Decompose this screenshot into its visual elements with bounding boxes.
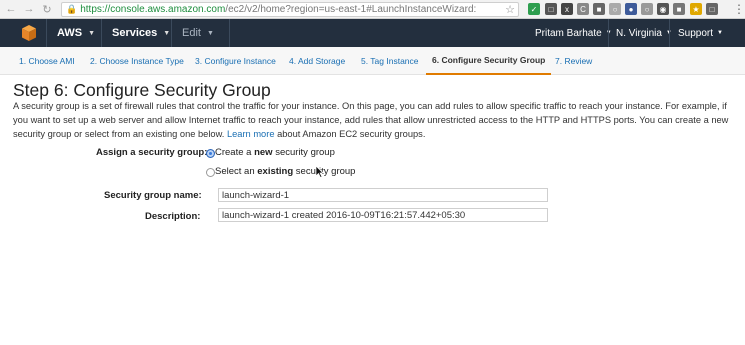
extension-icon[interactable]: ■ <box>593 3 605 15</box>
security-group-name-input[interactable]: launch-wizard-1 <box>218 188 548 202</box>
aws-menu-label: AWS <box>57 27 83 39</box>
chevron-down-icon: ▼ <box>206 29 214 37</box>
extension-icon[interactable]: ○ <box>641 3 653 15</box>
aws-menu[interactable]: AWS ▼ <box>57 19 95 47</box>
extension-icon[interactable]: □ <box>706 3 718 15</box>
extension-icon[interactable]: ◉ <box>657 3 669 15</box>
extension-icon[interactable]: ○ <box>609 3 621 15</box>
option-text: Select an <box>215 166 258 177</box>
extension-icon[interactable]: ■ <box>673 3 685 15</box>
url-path: /ec2/v2/home?region=us-east-1#LaunchInst… <box>225 4 477 15</box>
support-menu[interactable]: Support ▼ <box>678 19 723 47</box>
tab-configure-instance[interactable]: 3. Configure Instance <box>195 47 276 75</box>
back-arrow-icon[interactable]: ← <box>4 2 18 16</box>
user-menu[interactable]: Pritam Barhate ▼ <box>535 19 612 47</box>
extension-icon[interactable]: ✓ <box>528 3 540 15</box>
tab-add-storage[interactable]: 4. Add Storage <box>289 47 345 75</box>
tab-choose-instance-type[interactable]: 2. Choose Instance Type <box>90 47 184 75</box>
user-menu-label: Pritam Barhate <box>535 27 602 39</box>
chevron-down-icon: ▼ <box>88 29 95 37</box>
aws-navbar: AWS ▼ Services ▼ Edit ▼ Pritam Barhate ▼… <box>0 19 745 47</box>
browser-toolbar: ← → ↻ 🔒 https://console.aws.amazon.com /… <box>0 0 745 19</box>
extension-icon[interactable]: x <box>561 3 573 15</box>
lock-icon: 🔒 <box>66 4 78 14</box>
reload-icon[interactable]: ↻ <box>40 2 54 16</box>
edit-menu[interactable]: Edit ▼ <box>182 19 214 47</box>
browser-menu-icon[interactable]: ⋮ <box>733 2 745 16</box>
navbar-divider <box>101 19 102 47</box>
navbar-divider <box>608 19 609 47</box>
chevron-down-icon: ▼ <box>717 30 723 36</box>
support-menu-label: Support <box>678 27 714 39</box>
description-input[interactable]: launch-wizard-1 created 2016-10-09T16:21… <box>218 208 548 222</box>
mouse-cursor-icon <box>316 166 324 178</box>
bookmark-star-icon[interactable]: ☆ <box>505 3 515 16</box>
create-new-option-label[interactable]: Create a new security group <box>215 147 335 158</box>
tab-review[interactable]: 7. Review <box>555 47 592 75</box>
navbar-divider <box>229 19 230 47</box>
extension-icon[interactable]: ★ <box>690 3 702 15</box>
wizard-steps: 1. Choose AMI 2. Choose Instance Type 3.… <box>0 47 745 75</box>
services-menu[interactable]: Services ▼ <box>112 19 170 47</box>
description-label: Description: <box>145 211 201 222</box>
region-menu[interactable]: N. Virginia ▼ <box>616 19 672 47</box>
navbar-divider <box>46 19 47 47</box>
services-menu-label: Services <box>112 27 158 39</box>
edit-menu-label: Edit <box>182 27 201 39</box>
url-host: https://console.aws.amazon.com <box>80 4 226 15</box>
forward-arrow-icon[interactable]: → <box>22 2 36 16</box>
select-existing-radio[interactable] <box>206 168 215 177</box>
create-new-radio[interactable] <box>206 149 215 158</box>
address-bar[interactable]: 🔒 https://console.aws.amazon.com /ec2/v2… <box>61 2 519 17</box>
page-title: Step 6: Configure Security Group <box>13 80 271 100</box>
option-text: security group <box>272 147 335 158</box>
extension-icon[interactable]: □ <box>545 3 557 15</box>
extension-icon[interactable]: C <box>577 3 589 15</box>
option-text-bold: new <box>254 147 273 158</box>
chevron-down-icon: ▼ <box>163 29 171 37</box>
assign-security-group-label: Assign a security group: <box>96 147 208 158</box>
tab-tag-instance[interactable]: 5. Tag Instance <box>361 47 419 75</box>
tab-choose-ami[interactable]: 1. Choose AMI <box>19 47 75 75</box>
extension-icon[interactable]: ● <box>625 3 637 15</box>
aws-cube-icon[interactable] <box>20 24 38 42</box>
select-existing-option-label[interactable]: Select an existing security group <box>215 166 355 177</box>
option-text-bold: existing <box>257 166 294 177</box>
option-text: Create a <box>215 147 255 158</box>
learn-more-link[interactable]: Learn more <box>227 129 275 139</box>
tab-configure-security-group[interactable]: 6. Configure Security Group <box>426 47 552 75</box>
navbar-divider <box>171 19 172 47</box>
region-menu-label: N. Virginia <box>616 27 662 39</box>
description-tail: about Amazon EC2 security groups. <box>277 129 426 139</box>
security-group-name-label: Security group name: <box>104 190 202 201</box>
page-description: A security group is a set of firewall ru… <box>13 99 738 141</box>
option-text: security group <box>293 166 356 177</box>
navbar-divider <box>669 19 670 47</box>
